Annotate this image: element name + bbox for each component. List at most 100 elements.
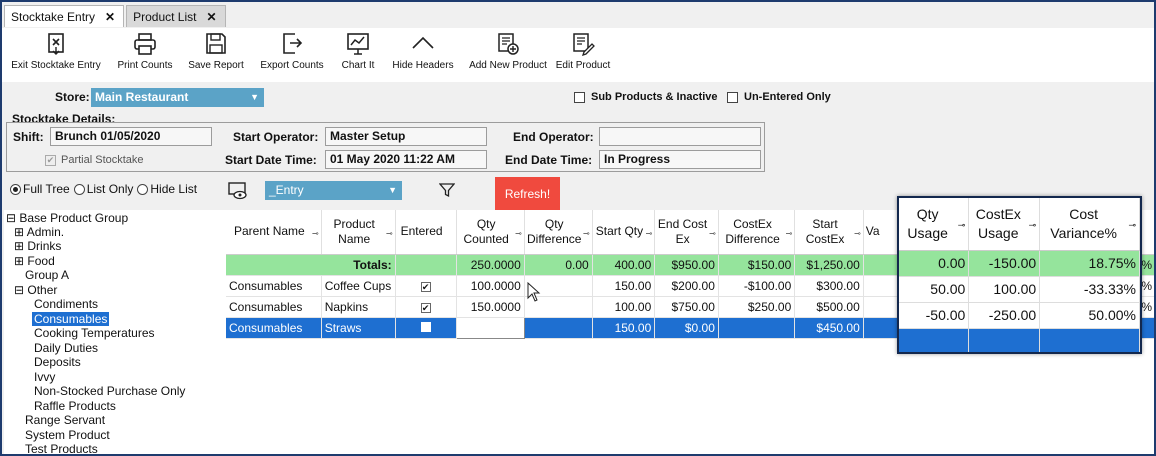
chevron-up-icon [412, 36, 434, 49]
tree-node-base-product-group[interactable]: ⊟ Base Product Group [6, 211, 128, 225]
add-product-icon [498, 33, 519, 55]
cell-end-cost-ex: $200.00 [654, 275, 719, 297]
layout-dropdown[interactable]: _Entry ▼ [265, 181, 402, 200]
tree-node-other[interactable]: ⊟ Other [14, 283, 57, 297]
chart-icon [347, 33, 369, 55]
pin-icon[interactable]: ⊸ [515, 226, 522, 241]
start-operator-field[interactable]: Master Setup [325, 127, 487, 146]
tree-node-food[interactable]: ⊞ Food [14, 254, 55, 268]
add-new-product-button[interactable]: Add New Product [467, 32, 549, 71]
pin-icon[interactable]: ⊸ [1029, 216, 1037, 235]
radio-list-only[interactable] [73, 183, 85, 195]
tree-node-consumables[interactable]: Consumables [32, 312, 110, 326]
table-row[interactable]: 50.00 100.00 -33.33% [899, 276, 1140, 303]
column-header-end-cost-ex[interactable]: End Cost Ex ⊸ [654, 210, 719, 255]
cell-entered: ✔ [395, 275, 457, 297]
dropdown-arrow-icon: ▼ [388, 185, 397, 195]
column-header-entered[interactable]: Entered [395, 210, 457, 255]
pin-icon[interactable]: ⊸ [583, 226, 590, 241]
tree-node-admin[interactable]: ⊞ Admin. [14, 225, 64, 239]
tree-node-non-stocked[interactable]: Non-Stocked Purchase Only [34, 384, 185, 398]
close-icon[interactable]: ✕ [105, 10, 115, 24]
tree-node-condiments[interactable]: Condiments [34, 297, 98, 311]
total-qty-difference: 0.00 [524, 254, 593, 276]
entered-checkbox[interactable]: ✔ [420, 281, 431, 292]
column-header-cost-variance[interactable]: Cost Variance% ⊸ [1039, 198, 1140, 251]
pin-icon[interactable]: ⊸ [786, 226, 793, 241]
unentered-only-checkbox[interactable]: Un-Entered Only [727, 91, 831, 103]
shift-label: Shift: [13, 130, 44, 144]
edit-product-button[interactable]: Edit Product [553, 32, 613, 71]
zoomed-usage-grid: Qty Usage ⊸ CostEx Usage ⊸ Cost Variance% ⊸… [899, 198, 1140, 352]
tree-node-cooking-temperatures[interactable]: Cooking Temperatures [34, 326, 155, 340]
entered-checkbox[interactable] [420, 321, 431, 332]
save-report-button[interactable]: Save Report [186, 32, 246, 71]
shift-field[interactable]: Brunch 01/05/2020 [50, 127, 212, 146]
column-header-qty-counted[interactable]: Qty Counted ⊸ [456, 210, 525, 255]
exit-stocktake-button[interactable]: Exit Stocktake Entry [10, 32, 102, 71]
tab-stocktake-entry[interactable]: Stocktake Entry ✕ [4, 5, 125, 27]
tree-node-deposits[interactable]: Deposits [34, 355, 81, 369]
total-qty-counted: 250.0000 [456, 254, 525, 276]
tree-node-group-a[interactable]: Group A [25, 268, 69, 282]
qty-counted-editor[interactable] [455, 316, 525, 339]
end-operator-field[interactable] [599, 127, 761, 146]
table-row-selected[interactable] [899, 328, 1140, 352]
tree-node-test-products[interactable]: Test Products [25, 442, 98, 454]
end-operator-label: End Operator: [513, 130, 594, 144]
refresh-button[interactable]: Refresh! [495, 177, 560, 210]
pin-icon[interactable]: ⊸ [646, 226, 653, 241]
cell-qty-counted[interactable]: 100.0000 [456, 275, 525, 297]
pin-icon[interactable]: ⊸ [312, 226, 319, 241]
cell-parent-name: Consumables [226, 317, 322, 339]
tree-node-ivvy[interactable]: Ivvy [34, 370, 55, 384]
edit-product-icon [573, 33, 595, 56]
column-header-costex-usage[interactable]: CostEx Usage ⊸ [968, 198, 1041, 251]
totals-row: 0.00 -150.00 18.75% [899, 250, 1140, 277]
entered-checkbox[interactable]: ✔ [420, 302, 431, 313]
store-label: Store: [55, 90, 90, 104]
toolbar: Exit Stocktake Entry Print Counts Save R… [2, 28, 1154, 82]
column-header-product-name[interactable]: Product Name ⊸ [321, 210, 396, 255]
store-row: Store: Main Restaurant ▼ Sub Products & … [2, 88, 1154, 108]
chart-it-button[interactable]: Chart It [336, 32, 380, 71]
table-row[interactable]: -50.00 -250.00 50.00% [899, 302, 1140, 329]
column-header-costex-difference[interactable]: CostEx Difference ⊸ [718, 210, 796, 255]
tab-product-list[interactable]: Product List ✕ [126, 5, 226, 27]
store-dropdown[interactable]: Main Restaurant ▼ [91, 88, 264, 107]
view-layout-icon[interactable] [228, 182, 248, 200]
tree-node-raffle-products[interactable]: Raffle Products [34, 399, 116, 413]
sub-products-inactive-checkbox[interactable]: Sub Products & Inactive [574, 91, 718, 103]
partial-stocktake-checkbox[interactable]: ✔ Partial Stocktake [45, 154, 144, 166]
total-end-cost-ex: $950.00 [654, 254, 719, 276]
column-header-qty-difference[interactable]: Qty Difference ⊸ [524, 210, 593, 255]
cell-qty-counted[interactable]: 150.0000 [456, 296, 525, 318]
tree-node-range-servant[interactable]: Range Servant [25, 413, 105, 427]
tree-node-daily-duties[interactable]: Daily Duties [34, 341, 98, 355]
cell-entered: ✔ [395, 296, 457, 318]
print-counts-button[interactable]: Print Counts [114, 32, 176, 71]
tree-node-drinks[interactable]: ⊞ Drinks [14, 239, 61, 253]
document-tabs: Stocktake Entry ✕ Product List ✕ [4, 5, 228, 27]
cell-product-name: Straws [321, 317, 396, 339]
column-header-qty-usage[interactable]: Qty Usage ⊸ [899, 198, 970, 251]
pin-icon[interactable]: ⊸ [854, 226, 861, 241]
pin-icon[interactable]: ⊸ [709, 226, 716, 241]
column-header-parent-name[interactable]: Parent Name ⊸ [226, 210, 322, 255]
pin-icon[interactable]: ⊸ [1128, 216, 1136, 235]
checkbox-box: ✔ [45, 154, 56, 166]
radio-hide-list[interactable] [137, 183, 149, 195]
cell-qty-usage: -50.00 [899, 302, 970, 329]
start-date-time-field[interactable]: 01 May 2020 11:22 AM [325, 150, 487, 169]
tree-node-system-product[interactable]: System Product [25, 428, 110, 442]
end-date-time-field[interactable]: In Progress [599, 150, 761, 169]
pin-icon[interactable]: ⊸ [386, 226, 393, 241]
pin-icon[interactable]: ⊸ [958, 216, 966, 235]
export-counts-button[interactable]: Export Counts [257, 32, 327, 71]
radio-full-tree[interactable] [10, 183, 21, 195]
hide-headers-button[interactable]: Hide Headers [390, 32, 456, 71]
column-header-start-qty[interactable]: Start Qty ⊸ [592, 210, 656, 255]
close-icon[interactable]: ✕ [206, 10, 216, 24]
column-header-start-costex[interactable]: Start CostEx ⊸ [794, 210, 864, 255]
filter-icon[interactable] [439, 182, 455, 198]
